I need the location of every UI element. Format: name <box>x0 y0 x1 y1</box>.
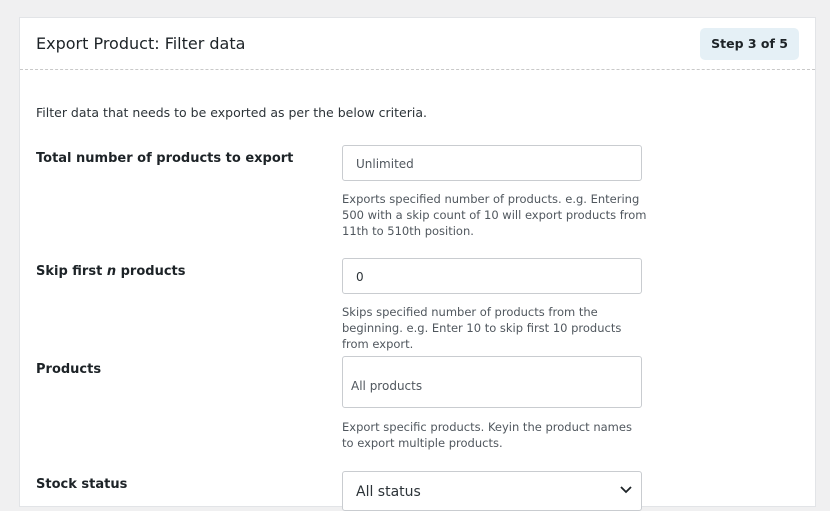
total-products-label: Total number of products to export <box>36 151 294 166</box>
skip-products-value: 0 <box>356 270 364 284</box>
products-placeholder: All products <box>351 379 423 393</box>
stock-status-value: All status <box>356 484 421 500</box>
skip-label-after: products <box>116 264 186 279</box>
skip-label-n: n <box>106 264 117 279</box>
total-products-placeholder: Unlimited <box>356 157 414 171</box>
products-label: Products <box>36 362 102 377</box>
skip-products-label: Skip first n products <box>36 264 186 279</box>
total-products-help: Exports specified number of products. e.… <box>342 192 647 238</box>
intro-text: Filter data that needs to be exported as… <box>36 105 427 120</box>
page-title: Export Product: Filter data <box>36 34 246 53</box>
products-help: Export specific products. Keyin the prod… <box>342 420 632 450</box>
export-panel: Export Product: Filter data Step 3 of 5 … <box>19 17 816 511</box>
stock-status-select[interactable]: All status <box>342 471 642 511</box>
total-products-input[interactable]: Unlimited <box>342 145 642 181</box>
skip-products-input[interactable]: 0 <box>342 258 642 294</box>
step-badge: Step 3 of 5 <box>700 28 799 60</box>
skip-label-before: Skip first <box>36 264 107 279</box>
products-input[interactable]: All products <box>342 356 642 408</box>
panel-header: Export Product: Filter data Step 3 of 5 <box>20 18 815 70</box>
stock-status-label: Stock status <box>36 477 128 492</box>
skip-products-help: Skips specified number of products from … <box>342 305 622 351</box>
